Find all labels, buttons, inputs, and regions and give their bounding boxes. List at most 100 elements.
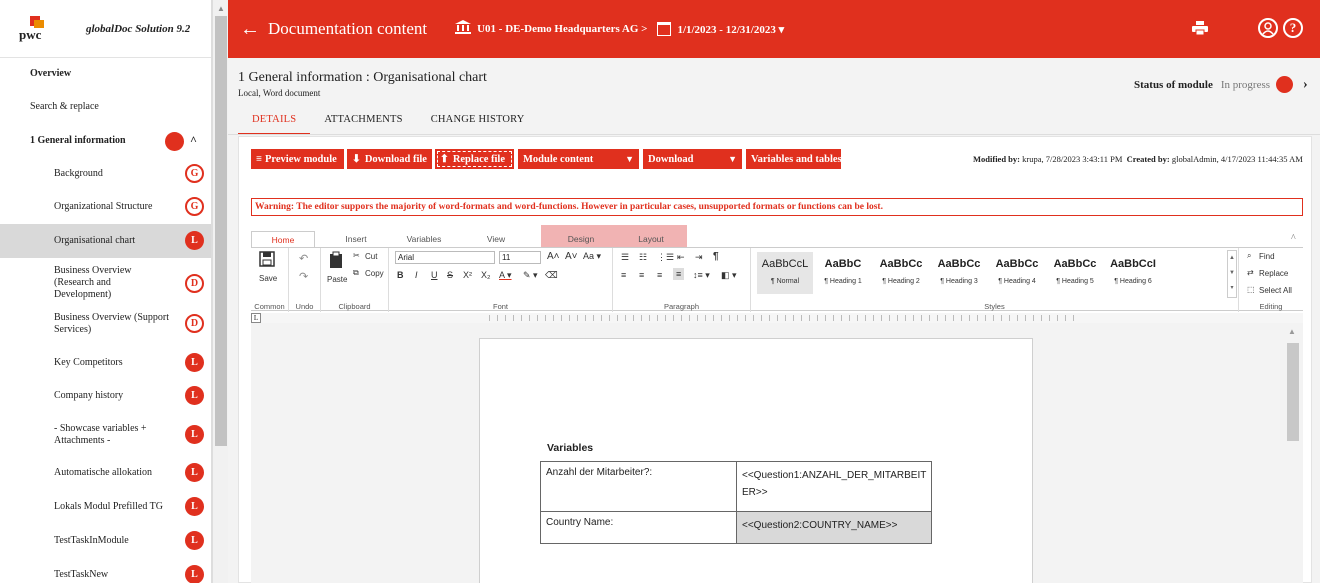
- style-normal[interactable]: AaBbCcL ¶ Normal: [757, 252, 813, 294]
- document-scrollbar[interactable]: ▲: [1283, 323, 1301, 583]
- cut-button[interactable]: Cut: [365, 252, 377, 261]
- status-dot-icon[interactable]: [1276, 76, 1294, 93]
- sidebar-item-business-overview-rd[interactable]: Business Overview (Research and Developm…: [0, 264, 211, 302]
- sidebar-item-organisational-chart[interactable]: Organisational chart L: [0, 224, 211, 258]
- multilevel-list-icon[interactable]: ⋮☰: [657, 252, 674, 263]
- style-heading-6[interactable]: AaBbCcI ¶ Heading 6: [1105, 252, 1161, 294]
- ribbon-tab-layout[interactable]: Layout: [623, 231, 679, 247]
- replace-button[interactable]: Replace: [1259, 269, 1288, 278]
- copy-icon[interactable]: ⧉: [353, 268, 359, 278]
- user-icon[interactable]: [1258, 18, 1278, 38]
- back-arrow-icon[interactable]: ←: [240, 18, 260, 41]
- sidebar-item-key-competitors[interactable]: Key Competitors L: [0, 348, 211, 378]
- underline-icon[interactable]: U: [431, 270, 438, 280]
- copy-button[interactable]: Copy: [365, 269, 384, 278]
- select-all-icon[interactable]: ⬚: [1247, 285, 1255, 294]
- subscript-icon[interactable]: X₂: [481, 270, 491, 280]
- variables-tables-button[interactable]: Variables and tables: [746, 149, 842, 169]
- align-center-icon[interactable]: ≡: [639, 270, 644, 280]
- scrollbar-thumb[interactable]: [215, 16, 227, 446]
- sidebar-scrollbar[interactable]: ▲: [212, 0, 228, 583]
- sidebar-item-company-history[interactable]: Company history L: [0, 381, 211, 411]
- pilcrow-icon[interactable]: ¶: [713, 251, 719, 262]
- justify-icon[interactable]: ≡: [673, 268, 685, 280]
- sidebar-item-business-overview-support[interactable]: Business Overview (Support Services) D: [0, 306, 211, 342]
- save-button[interactable]: Save: [259, 274, 277, 283]
- ribbon-tab-variables[interactable]: Variables: [397, 231, 451, 247]
- cut-icon[interactable]: ✂: [353, 251, 360, 260]
- chevron-up-icon[interactable]: ^: [190, 133, 197, 148]
- italic-icon[interactable]: I: [415, 270, 418, 280]
- align-right-icon[interactable]: ≡: [657, 270, 662, 280]
- grow-font-icon[interactable]: A˄: [547, 251, 560, 262]
- style-heading-5[interactable]: AaBbCc ¶ Heading 5: [1047, 252, 1103, 294]
- replace-file-button[interactable]: ⬆ Replace file: [435, 149, 514, 169]
- sidebar-item-automatische-allokation[interactable]: Automatische allokation L: [0, 458, 211, 488]
- table-cell-value[interactable]: <<Question2:COUNTRY_NAME>>: [735, 511, 933, 544]
- document-page[interactable]: Variables Anzahl der Mitarbeiter?: <<Que…: [479, 338, 1033, 583]
- select-all-button[interactable]: Select All: [1259, 286, 1292, 295]
- increase-indent-icon[interactable]: ⇥: [695, 252, 703, 263]
- highlight-icon[interactable]: ✎ ▾: [523, 270, 538, 281]
- bullets-icon[interactable]: ☰: [621, 252, 629, 263]
- line-spacing-icon[interactable]: ↕≡ ▾: [693, 270, 710, 281]
- shading-icon[interactable]: ◧ ▾: [721, 270, 737, 281]
- ribbon-tab-view[interactable]: View: [471, 231, 521, 247]
- tab-change-history[interactable]: CHANGE HISTORY: [417, 110, 539, 135]
- style-heading-2[interactable]: AaBbCc ¶ Heading 2: [873, 252, 929, 294]
- scrollbar-thumb[interactable]: [1287, 343, 1299, 441]
- table-cell-value[interactable]: <<Question1:ANZAHL_DER_MITARBEIT ER>>: [735, 461, 933, 512]
- download-file-button[interactable]: ⬇ Download file: [347, 149, 432, 169]
- sidebar-item-testtasknew[interactable]: TestTaskNew L: [0, 560, 211, 583]
- ribbon-tab-insert[interactable]: Insert: [329, 231, 383, 247]
- help-icon[interactable]: ?: [1283, 18, 1303, 38]
- chevron-right-icon[interactable]: ›: [1303, 77, 1308, 93]
- sidebar-item-showcase-variables[interactable]: - Showcase variables + Attachments - L: [0, 418, 211, 452]
- find-button[interactable]: Find: [1259, 252, 1275, 261]
- sidebar-item-background[interactable]: Background G: [0, 158, 211, 190]
- font-color-icon[interactable]: A ▾: [499, 270, 512, 281]
- scroll-up-icon[interactable]: ▲: [1288, 327, 1296, 336]
- styles-scroll[interactable]: ▲ ▼ ▾: [1227, 250, 1237, 298]
- module-content-dropdown[interactable]: Module content ▼: [518, 149, 639, 169]
- redo-icon[interactable]: ↷: [299, 270, 308, 283]
- strikethrough-icon[interactable]: S: [447, 270, 453, 280]
- period-selector[interactable]: 1/1/2023 - 12/31/2023 ▾: [677, 23, 784, 36]
- font-name-select[interactable]: Arial: [395, 251, 495, 264]
- print-icon[interactable]: [1192, 21, 1208, 36]
- numbering-icon[interactable]: ☷: [639, 252, 647, 263]
- sidebar-item-organizational-structure[interactable]: Organizational Structure G: [0, 191, 211, 223]
- sidebar-item-lokals-modul[interactable]: Lokals Modul Prefilled TG L: [0, 492, 211, 522]
- shrink-font-icon[interactable]: A˅: [565, 251, 578, 262]
- undo-icon[interactable]: ↶: [299, 252, 308, 265]
- replace-icon[interactable]: ⇄: [1247, 268, 1254, 277]
- align-left-icon[interactable]: ≡: [621, 270, 626, 280]
- save-icon[interactable]: [259, 251, 275, 272]
- ribbon-tab-design[interactable]: Design: [551, 231, 611, 247]
- sidebar-item-search-replace[interactable]: Search & replace: [0, 97, 211, 117]
- change-case-icon[interactable]: Aa ▾: [583, 251, 601, 262]
- paste-button[interactable]: Paste: [327, 275, 347, 284]
- tab-attachments[interactable]: ATTACHMENTS: [310, 110, 416, 135]
- clear-format-icon[interactable]: ⌫: [545, 270, 558, 281]
- superscript-icon[interactable]: X²: [463, 270, 472, 280]
- tab-stop-icon[interactable]: L: [251, 313, 261, 323]
- collapse-ribbon-icon[interactable]: ^: [1291, 233, 1296, 244]
- paste-icon[interactable]: [329, 251, 343, 271]
- bold-icon[interactable]: B: [397, 270, 404, 280]
- style-heading-1[interactable]: AaBbC ¶ Heading 1: [815, 252, 871, 294]
- scroll-up-icon[interactable]: ▲: [217, 4, 225, 13]
- table-cell-key[interactable]: Anzahl der Mitarbeiter?:: [540, 461, 737, 512]
- style-heading-3[interactable]: AaBbCc ¶ Heading 3: [931, 252, 987, 294]
- decrease-indent-icon[interactable]: ⇤: [677, 252, 685, 263]
- tab-details[interactable]: DETAILS: [238, 110, 311, 135]
- ribbon-tab-home[interactable]: Home: [251, 231, 315, 247]
- entity-selector[interactable]: U01 - DE-Demo Headquarters AG >: [477, 23, 647, 35]
- sidebar-item-general-information[interactable]: 1 General information ^: [0, 130, 211, 152]
- font-size-select[interactable]: 11: [499, 251, 541, 264]
- table-cell-key[interactable]: Country Name:: [540, 511, 737, 544]
- find-icon[interactable]: ⌕: [1247, 251, 1251, 261]
- preview-module-button[interactable]: ≡ Preview module: [251, 149, 344, 169]
- download-dropdown[interactable]: Download ▼: [643, 149, 742, 169]
- sidebar-item-testtaskinmodule[interactable]: TestTaskInModule L: [0, 526, 211, 556]
